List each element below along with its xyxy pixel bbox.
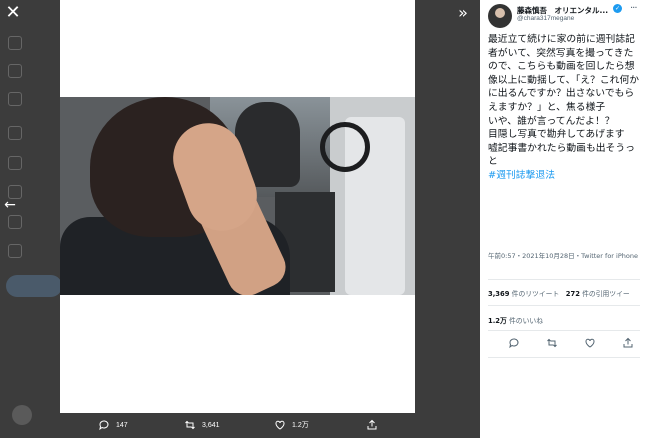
bg-nav-messages <box>8 124 68 142</box>
tweet-body: 最近立て続けに家の前に週刊誌記者がいて、突然写真を撮ってきたので、こちらも動画を… <box>488 34 640 168</box>
divider <box>488 330 640 331</box>
retweet-icon[interactable] <box>546 337 558 349</box>
retweet-icon <box>185 420 195 430</box>
tweet-stats: 3,369 件のリツイート 272 件の引用ツイー <box>488 288 645 298</box>
tweet-photo[interactable] <box>60 97 415 295</box>
verified-badge-icon: ✓ <box>613 4 622 13</box>
arrow-left-icon[interactable]: ← <box>0 195 20 215</box>
share-icon <box>367 419 377 430</box>
photo-steering-wheel <box>320 122 370 172</box>
likes-count: 1.2万 <box>488 317 507 325</box>
reply-icon[interactable] <box>508 337 520 349</box>
reply-icon <box>99 420 109 431</box>
media-action-bar: 147 3,641 1.2万 <box>60 413 415 438</box>
heart-icon[interactable] <box>584 337 596 349</box>
reply-action[interactable]: 147 <box>98 417 128 433</box>
bg-nav-bookmarks <box>8 154 68 172</box>
likes-label: 件のいいね <box>509 317 543 325</box>
bg-nav-home <box>8 34 68 52</box>
close-icon[interactable]: ✕ <box>2 2 24 24</box>
quotes-label[interactable]: 件の引用ツイー <box>582 290 630 298</box>
home-icon <box>8 36 22 50</box>
bg-account-avatar <box>12 405 32 425</box>
double-chevron-right-icon[interactable]: » <box>452 2 474 24</box>
divider <box>488 279 640 280</box>
panel-action-bar <box>488 337 638 351</box>
tweet-text: 最近立て続けに家の前に週刊誌記者がいて、突然写真を撮ってきたので、こちらも動画を… <box>488 33 640 183</box>
tweet-likes-stat[interactable]: 1.2万 件のいいね <box>488 315 543 325</box>
mail-icon <box>8 126 22 140</box>
heart-icon <box>275 420 285 430</box>
bg-nav-profile <box>8 213 68 231</box>
bell-icon <box>8 92 22 106</box>
profile-icon <box>8 215 22 229</box>
hash-icon <box>8 64 22 78</box>
share-icon[interactable] <box>622 337 634 349</box>
tweet-timestamp[interactable]: 午前0:57・2021年10月28日・Twitter for iPhone <box>488 251 638 261</box>
author-avatar[interactable] <box>488 4 512 28</box>
reply-count: 147 <box>116 421 128 429</box>
author-handle[interactable]: @chara317megane <box>517 15 574 22</box>
like-action[interactable]: 1.2万 <box>274 417 309 433</box>
retweet-action[interactable]: 3,641 <box>184 417 220 433</box>
like-count: 1.2万 <box>292 422 309 429</box>
quotes-count[interactable]: 272 <box>566 290 580 298</box>
retweets-label[interactable]: 件のリツイート <box>512 290 560 298</box>
more-circle-icon <box>8 244 22 258</box>
tweet-detail-panel: 藤森慎吾 オリエンタル... ✓ @chara317megane ··· 最近立… <box>480 0 645 438</box>
divider <box>488 305 640 306</box>
share-action[interactable] <box>366 417 378 433</box>
bg-nav-more <box>8 242 68 260</box>
bg-nav-explore <box>8 62 68 80</box>
divider <box>488 357 640 358</box>
bg-tweet-button <box>6 275 62 297</box>
hashtag-link[interactable]: #週刊誌撃退法 <box>488 170 555 181</box>
retweets-count[interactable]: 3,369 <box>488 290 510 298</box>
more-options-icon[interactable]: ··· <box>630 3 637 14</box>
bookmark-icon <box>8 156 22 170</box>
retweet-count: 3,641 <box>202 421 220 429</box>
bg-nav-notifications <box>8 90 68 108</box>
